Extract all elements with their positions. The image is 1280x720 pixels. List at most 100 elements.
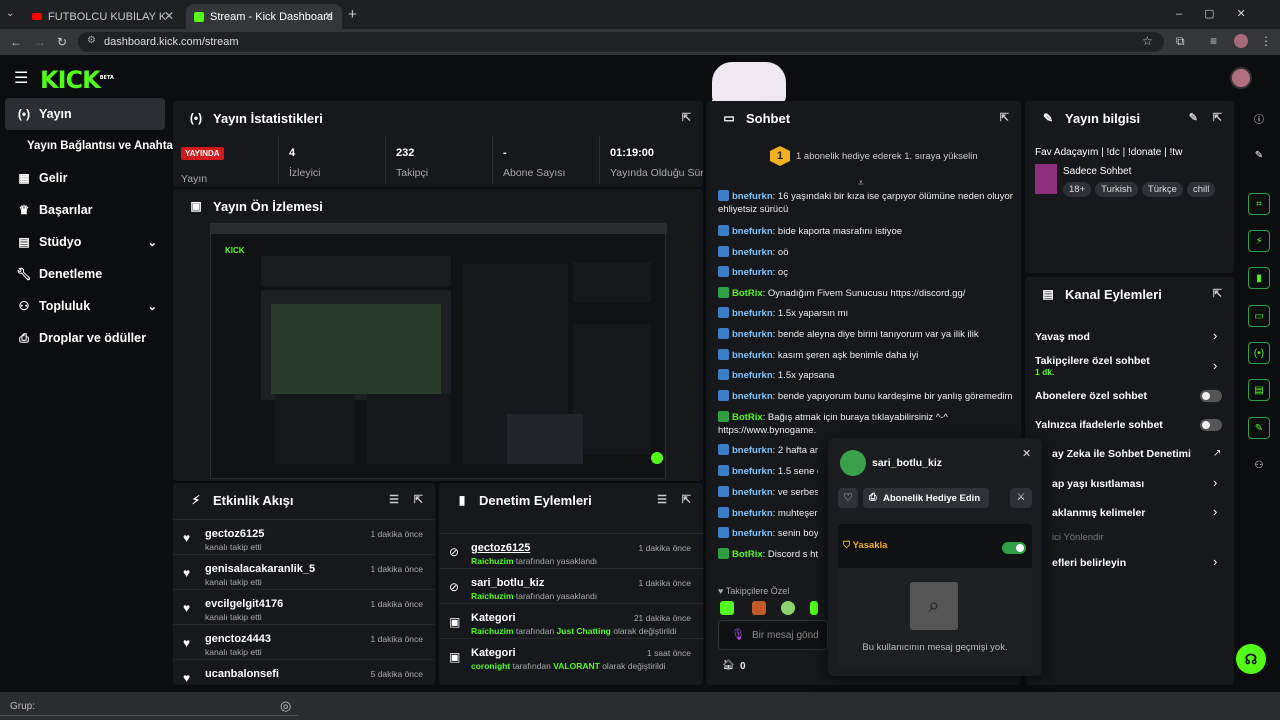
filter-icon[interactable]: ☰ [657, 493, 667, 506]
emote-1-icon[interactable] [720, 601, 734, 615]
action-slow-mode[interactable]: Yavaş mod [1035, 331, 1090, 343]
close-icon[interactable]: ✕ [1022, 447, 1031, 460]
expand-icon[interactable]: ⇱ [1213, 111, 1222, 124]
community-icon[interactable]: ⚇ [1248, 454, 1270, 476]
chat-username[interactable]: bnefurkn [732, 370, 773, 381]
sidebar-item-studyo[interactable]: ▤ Stüdyo ⌄ [5, 226, 165, 258]
chat-username[interactable]: bnefurkn [732, 445, 773, 456]
chevron-right-icon[interactable]: › [1213, 504, 1217, 519]
reading-list-icon[interactable]: ≡ [1210, 34, 1217, 48]
microphone-icon[interactable]: 🎙︎ [731, 628, 745, 641]
action-set-targets[interactable]: efleri belirleyin [1052, 557, 1126, 569]
ban-toggle[interactable] [1002, 542, 1026, 554]
sidebar-item-gelir[interactable]: ▦ Gelir [5, 162, 165, 194]
profile-avatar[interactable] [1234, 34, 1248, 48]
sidebar-item-droplar[interactable]: ⎙ Droplar ve ödüller [5, 322, 165, 354]
expand-icon[interactable]: ⇱ [1000, 111, 1009, 124]
broadcast-icon[interactable]: (•) [1248, 342, 1270, 364]
expand-icon[interactable]: ⇱ [1213, 287, 1222, 300]
tab-search-icon[interactable]: ⌄ [6, 8, 14, 19]
chat-username[interactable]: bnefurkn [732, 391, 773, 402]
bolt-icon[interactable]: ⚡︎ [1248, 230, 1270, 252]
emote-2-icon[interactable] [752, 601, 766, 615]
close-icon[interactable]: ✕ [164, 9, 174, 23]
tag-pill[interactable]: Türkçe [1141, 182, 1183, 197]
sidebar-item-stream-key[interactable]: Yayın Bağlantısı ve Anahtarı [5, 130, 181, 162]
filter-icon[interactable]: ☰ [389, 493, 399, 506]
chat-username[interactable]: BotRix [732, 288, 763, 299]
follow-heart-button[interactable]: ♡ [838, 488, 858, 508]
chat-username[interactable]: bnefurkn [732, 508, 773, 519]
subscribers-only-toggle[interactable] [1200, 390, 1222, 402]
chat-username[interactable]: BotRix [732, 412, 763, 423]
chevron-right-icon[interactable]: › [1213, 358, 1217, 373]
mod-target[interactable]: gectoz6125 [471, 542, 530, 554]
gift-subscription-button[interactable]: ⎙ Abonelik Hediye Edin [863, 488, 989, 508]
chat-username[interactable]: bnefurkn [732, 308, 773, 319]
shop-icon[interactable]: 🏠︎ [722, 660, 735, 671]
activity-user[interactable]: ucanbalonsefi [205, 668, 279, 680]
mod-target[interactable]: sari_botlu_kiz [471, 577, 544, 589]
chat-username[interactable]: bnefurkn [732, 466, 773, 477]
mod-name[interactable]: Raichuzim [471, 556, 514, 566]
chat-username[interactable]: bnefurkn [732, 350, 773, 361]
sidebar-item-yayin[interactable]: (•) Yayın [5, 98, 165, 130]
user-card-username[interactable]: sari_botlu_kiz [872, 457, 942, 469]
chat-username[interactable]: bnefurkn [732, 226, 773, 237]
edit-icon[interactable]: ✎ [1248, 144, 1270, 166]
info-icon[interactable]: ⓘ [1248, 107, 1270, 129]
mod-name[interactable]: Raichuzim [471, 626, 514, 636]
new-tab-icon[interactable]: + [348, 6, 357, 23]
user-avatar[interactable] [1230, 67, 1252, 89]
emote-3-icon[interactable] [781, 601, 795, 615]
url-input[interactable]: dashboard.kick.com/stream [78, 32, 1164, 52]
category-name[interactable]: Sadece Sohbet [1063, 166, 1131, 177]
reload-icon[interactable]: ↻ [57, 35, 67, 49]
sidebar-item-basarilar[interactable]: ♛ Başarılar [5, 194, 165, 226]
mod-name[interactable]: Raichuzim [471, 591, 514, 601]
chevron-right-icon[interactable]: › [1213, 328, 1217, 343]
stream-preview-video[interactable]: KICK [210, 223, 667, 479]
document-icon[interactable]: ▮ [1248, 267, 1270, 289]
chevron-right-icon[interactable]: › [1213, 554, 1217, 569]
activity-user[interactable]: evcilgelgit4176 [205, 598, 283, 610]
fingerprint-icon[interactable]: ◎ [280, 698, 291, 714]
browser-menu-icon[interactable]: ⋮ [1260, 34, 1272, 48]
tag-pill[interactable]: chill [1186, 182, 1216, 197]
sidebar-item-denetleme[interactable]: 🔧︎ Denetleme [5, 258, 165, 290]
action-account-age[interactable]: ap yaşı kısıtlaması [1052, 478, 1144, 490]
chat-username[interactable]: bnefurkn [732, 191, 773, 202]
sidebar-item-topluluk[interactable]: ⚇ Topluluk ⌄ [5, 290, 165, 322]
tag-pill[interactable]: 18+ [1063, 182, 1092, 197]
bookmark-star-icon[interactable]: ☆ [1142, 34, 1153, 48]
chat-username[interactable]: bnefurkn [732, 528, 773, 539]
pin-toggle-icon[interactable]: ⩡ [858, 178, 864, 189]
emote-4-icon[interactable] [810, 601, 818, 615]
emotes-only-toggle[interactable] [1200, 419, 1222, 431]
browser-tab-youtube[interactable]: FUTBOLCU KUBİLAY KAAN KUN ✕ [24, 4, 182, 29]
chat-username[interactable]: bnefurkn [732, 247, 773, 258]
hamburger-menu-icon[interactable]: ☰ [14, 68, 28, 88]
chat-icon[interactable]: ▭ [1248, 305, 1270, 327]
chat-username[interactable]: bnefurkn [732, 487, 773, 498]
activity-user[interactable]: genctoz4443 [205, 633, 271, 645]
extensions-icon[interactable]: ⧉ [1176, 34, 1185, 49]
layout-icon[interactable]: ▤ [1248, 379, 1270, 401]
action-banned-words[interactable]: aklanmış kelimeler [1052, 507, 1145, 519]
action-ai-moderation[interactable]: ay Zeka ile Sohbet Denetimi [1052, 448, 1191, 460]
close-icon[interactable]: ✕ [324, 9, 334, 23]
mod-name[interactable]: coronight [471, 661, 510, 671]
edit-icon[interactable]: ✎ [1189, 111, 1198, 124]
group-input[interactable] [0, 696, 298, 716]
kick-logo[interactable]: KICKBETA [40, 66, 114, 94]
window-controls[interactable]: –▢✕ [1176, 7, 1268, 20]
site-info-icon[interactable]: ⚙ [87, 35, 96, 46]
forward-icon[interactable]: → [34, 35, 46, 49]
mod-tool-button[interactable]: ⚔ [1010, 488, 1032, 508]
external-link-icon[interactable]: ↗ [1213, 448, 1221, 459]
help-button[interactable]: ☊ [1236, 644, 1266, 674]
expand-icon[interactable]: ⇱ [414, 493, 423, 506]
chat-username[interactable]: BotRix [732, 549, 763, 560]
activity-user[interactable]: genisalacakaranlik_5 [205, 563, 315, 575]
tag-pill[interactable]: Turkish [1095, 182, 1138, 197]
